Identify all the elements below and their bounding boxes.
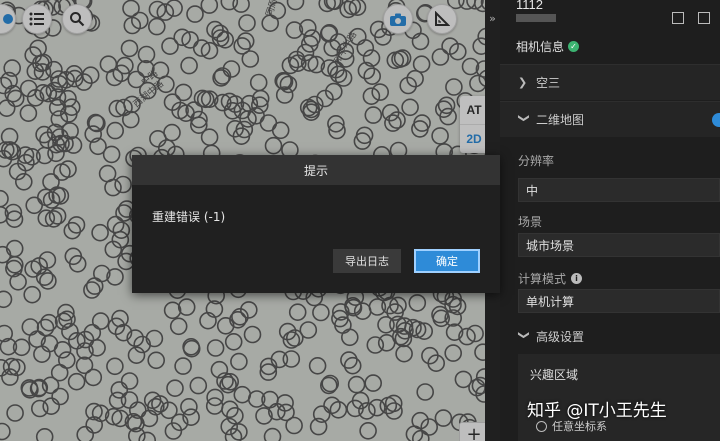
- checkbox-icon[interactable]: [672, 12, 684, 24]
- resolution-select[interactable]: 中: [518, 178, 720, 202]
- truncated-label: [516, 14, 556, 22]
- resolution-label: 分辨率: [518, 154, 555, 168]
- scene-label: 场景: [518, 215, 543, 229]
- section-label: 高级设置: [536, 329, 585, 344]
- section-aerotriangulation[interactable]: ❯ 空三: [500, 64, 720, 100]
- compute-mode-label: 计算模式: [518, 272, 567, 286]
- dialog-message: 重建错误 (-1): [152, 210, 226, 224]
- chevron-right-icon: ❯: [518, 76, 528, 89]
- chevron-down-icon: ❯: [517, 113, 531, 123]
- toggle-switch[interactable]: [712, 113, 720, 127]
- camera-info-row: 相机信息 ✓: [516, 38, 580, 55]
- watermark: 知乎 @IT小王先生: [527, 401, 667, 421]
- dialog-title: 提示: [132, 155, 500, 185]
- error-dialog: 提示 重建错误 (-1) 导出日志 确定: [132, 155, 500, 293]
- camera-info-label: 相机信息: [516, 40, 565, 54]
- chevron-down-icon: ❯: [517, 330, 531, 340]
- roi-label: 兴趣区域: [530, 368, 579, 382]
- section-advanced[interactable]: ❯ 高级设置: [500, 318, 720, 354]
- compute-mode-select[interactable]: 单机计算: [518, 289, 720, 313]
- confirm-button[interactable]: 确定: [414, 249, 480, 273]
- export-log-button[interactable]: 导出日志: [333, 249, 401, 273]
- panel-header-value: 1112: [516, 0, 543, 12]
- info-icon[interactable]: i: [571, 273, 583, 284]
- radio-icon: [536, 420, 547, 432]
- section-2d-map[interactable]: ❯ 二维地图: [500, 101, 720, 137]
- section-label: 空三: [536, 76, 561, 90]
- checkbox-icon[interactable]: [698, 12, 710, 24]
- section-label: 二维地图: [536, 113, 585, 127]
- check-circle-icon: ✓: [568, 41, 580, 52]
- scene-select[interactable]: 城市场景: [518, 233, 720, 257]
- settings-panel: 1112 相机信息 ✓ ❯ 空三 ❯ 二维地图 分辨率 中 场景 城市场景 计算…: [500, 0, 720, 441]
- compute-mode-row: 计算模式 i: [518, 270, 583, 287]
